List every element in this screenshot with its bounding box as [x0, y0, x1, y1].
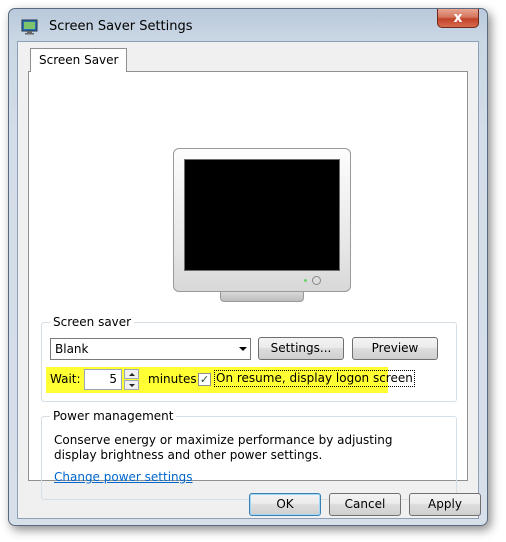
spin-up-button[interactable] [124, 369, 139, 379]
dropdown-arrow-icon [239, 347, 247, 351]
preview-button[interactable]: Preview [352, 337, 438, 360]
screen-saver-settings-window: Screen Saver Settings x Screen Saver Scr… [8, 8, 488, 526]
resume-logon-label[interactable]: On resume, display logon screen [214, 370, 415, 387]
close-icon: x [453, 10, 463, 26]
tab-screen-saver[interactable]: Screen Saver [30, 48, 128, 72]
wait-minutes-input[interactable]: 5 [84, 369, 122, 390]
wait-spinner[interactable] [124, 369, 139, 390]
spin-down-icon [129, 384, 135, 387]
spin-down-button[interactable] [124, 380, 139, 390]
power-management-group: Power management Conserve energy or maxi… [41, 409, 457, 500]
screen-saver-app-icon [21, 19, 41, 35]
spin-up-icon [129, 373, 135, 376]
power-management-group-label: Power management [50, 409, 177, 423]
power-knob-icon [312, 276, 321, 285]
cancel-button[interactable]: Cancel [329, 493, 401, 516]
resume-logon-checkbox[interactable]: ✓ [198, 373, 211, 386]
screen-saver-dropdown[interactable]: Blank [50, 338, 251, 360]
screen-saver-group: Screen saver Blank Settings... Preview W… [41, 315, 457, 402]
window-title: Screen Saver Settings [49, 19, 193, 34]
wait-label: Wait: [50, 372, 81, 386]
power-management-description: Conserve energy or maximize performance … [54, 433, 393, 462]
checkmark-icon: ✓ [199, 373, 210, 386]
minutes-label: minutes [148, 372, 197, 386]
close-button[interactable]: x [437, 9, 479, 28]
change-power-settings-link[interactable]: Change power settings [54, 470, 193, 484]
screen-saver-group-label: Screen saver [50, 315, 135, 329]
monitor-screen [184, 159, 340, 271]
monitor-preview [173, 148, 351, 292]
dropdown-value: Blank [55, 342, 89, 356]
tab-panel: Screen saver Blank Settings... Preview W… [28, 71, 468, 500]
ok-button[interactable]: OK [249, 493, 321, 516]
apply-button[interactable]: Apply [409, 493, 481, 516]
settings-button[interactable]: Settings... [258, 337, 344, 360]
monitor-stand [220, 292, 304, 302]
power-led-icon [304, 279, 307, 282]
dialog-client-area: Screen Saver Screen saver Blank Settings… [17, 41, 481, 519]
